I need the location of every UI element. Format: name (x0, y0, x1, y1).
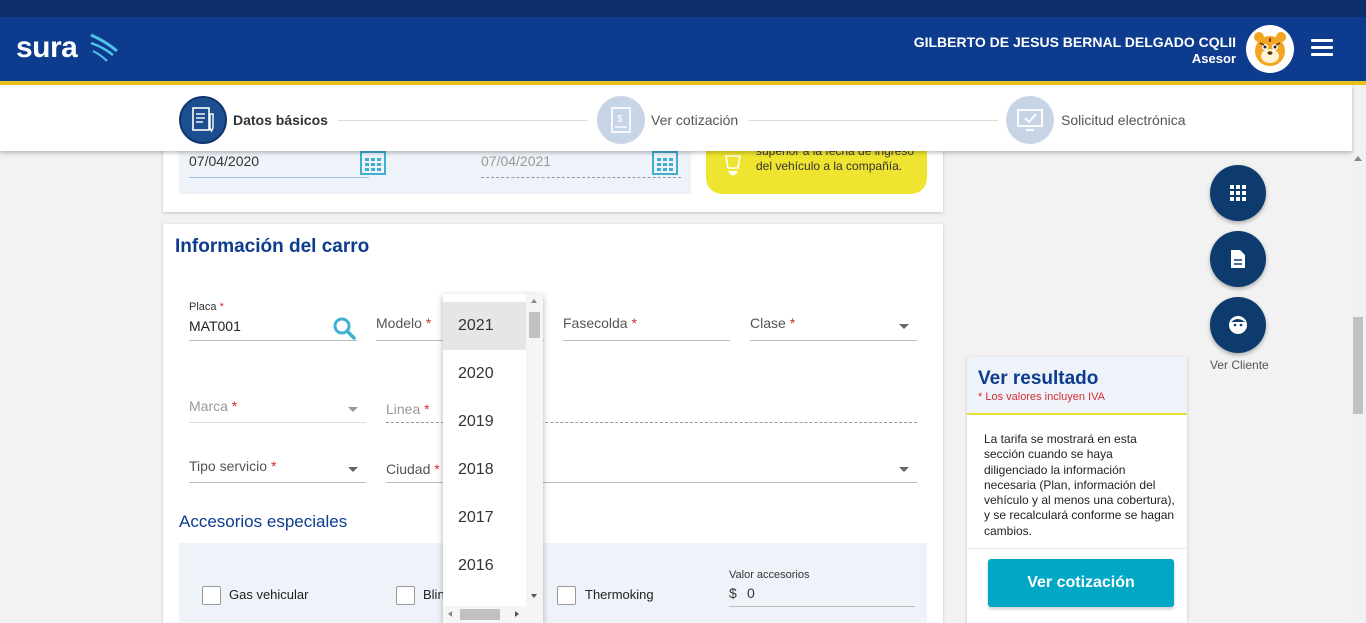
app-header: sura GILBERTO DE JESUS BERNAL DELGADO CQ… (0, 17, 1366, 81)
lightbulb-icon (725, 155, 741, 176)
dropdown-hscroll-thumb[interactable] (460, 609, 500, 620)
dropdown-option[interactable]: 2020 (443, 350, 526, 398)
calendar-icon[interactable] (359, 150, 387, 176)
avatar[interactable] (1246, 25, 1294, 73)
ver-cliente-label: Ver Cliente (1210, 358, 1269, 372)
sura-logo[interactable]: sura (16, 31, 118, 65)
clase-label[interactable]: Clase * (750, 315, 795, 331)
dropdown-scroll-thumb[interactable] (529, 312, 540, 338)
chevron-down-icon[interactable] (348, 467, 358, 472)
ver-cliente-button[interactable] (1210, 297, 1266, 353)
dropdown-option[interactable]: 2017 (443, 494, 526, 542)
step-ver-cotizacion-circle[interactable]: $ (597, 96, 645, 144)
placa-input[interactable]: MAT001 (189, 318, 241, 334)
ciudad-label[interactable]: Ciudad * (386, 461, 440, 477)
placa-underline (189, 340, 357, 341)
apps-button[interactable] (1210, 165, 1266, 221)
modelo-dropdown-list[interactable]: 2021 2020 2019 2018 2017 2016 (443, 294, 543, 623)
face-icon (1229, 316, 1247, 334)
hamburger-menu-icon[interactable] (1311, 39, 1333, 57)
gas-vehicular-checkbox[interactable] (202, 586, 221, 605)
chevron-down-icon[interactable] (899, 324, 909, 329)
dates-area: 07/04/2020 07/04/2021 (179, 150, 691, 194)
blindaje-label: Blin (423, 587, 445, 602)
page-scrollbar[interactable] (1350, 151, 1366, 623)
tipo-servicio-label[interactable]: Tipo servicio * (189, 458, 276, 474)
car-info-title: Información del carro (175, 236, 370, 257)
monitor-check-icon (1017, 109, 1043, 131)
date-info-text: superior a la fecha de ingreso del vehíc… (756, 144, 915, 173)
apps-grid-icon (1230, 185, 1246, 201)
step-datos-basicos-circle[interactable] (179, 96, 227, 144)
linea-label: Linea * (386, 401, 430, 417)
page-scroll-thumb[interactable] (1353, 317, 1363, 414)
step-label-solicitud[interactable]: Solicitud electrónica (1061, 112, 1186, 128)
step-connector (748, 120, 998, 121)
scroll-right-arrow-icon[interactable] (515, 611, 519, 617)
scroll-up-arrow-icon[interactable] (1354, 156, 1362, 161)
result-title: Ver resultado (978, 368, 1099, 389)
marca-underline (189, 422, 366, 423)
dropdown-horizontal-scrollbar[interactable] (443, 606, 543, 623)
clase-underline (750, 340, 917, 341)
chevron-down-icon (348, 407, 358, 412)
search-icon[interactable] (332, 316, 356, 340)
valor-underline (729, 606, 915, 607)
thermoking-checkbox[interactable] (557, 586, 576, 605)
dropdown-option[interactable]: 2018 (443, 446, 526, 494)
valor-accesorios-input[interactable]: 0 (747, 585, 755, 601)
scroll-down-arrow-icon[interactable] (531, 594, 537, 598)
tiger-mascot-icon (1254, 32, 1286, 66)
document-edit-icon (192, 107, 214, 133)
user-info: GILBERTO DE JESUS BERNAL DELGADO CQLII A… (914, 34, 1236, 66)
end-date-underline (481, 177, 681, 178)
user-role: Asesor (1191, 51, 1236, 66)
end-date-value: 07/04/2021 (481, 153, 552, 169)
dropdown-option[interactable]: 2021 (443, 302, 526, 350)
step-label-datos-basicos[interactable]: Datos básicos (233, 112, 328, 128)
valor-accesorios-label: Valor accesorios (729, 569, 810, 581)
iva-note: * Los valores incluyen IVA (978, 391, 1105, 403)
result-header: Ver resultado * Los valores incluyen IVA (967, 357, 1187, 415)
svg-text:$: $ (617, 114, 623, 125)
step-label-ver-cotizacion[interactable]: Ver cotización (651, 112, 738, 128)
chevron-down-icon[interactable] (899, 467, 909, 472)
date-info-note: superior a la fecha de ingreso del vehíc… (706, 144, 927, 194)
top-strip (0, 0, 1366, 17)
start-date-underline (189, 177, 369, 178)
currency-symbol: $ (729, 585, 737, 601)
ver-cotizacion-button[interactable]: Ver cotización (988, 559, 1174, 607)
user-name: GILBERTO DE JESUS BERNAL DELGADO CQLII (913, 34, 1236, 50)
blindaje-checkbox[interactable] (396, 586, 415, 605)
dropdown-option[interactable]: 2019 (443, 398, 526, 446)
dropdown-vertical-scrollbar[interactable] (526, 294, 543, 606)
result-divider (967, 548, 1187, 549)
placa-label: Placa * (189, 301, 224, 313)
invoice-icon: $ (611, 107, 631, 133)
gas-vehicular-label: Gas vehicular (229, 587, 309, 602)
marca-label: Marca * (189, 398, 238, 414)
thermoking-label: Thermoking (585, 587, 654, 602)
accessories-title: Accesorios especiales (179, 512, 348, 531)
accessories-area: Gas vehicular Blin Thermoking Valor acce… (179, 543, 927, 623)
document-button[interactable] (1210, 231, 1266, 287)
document-icon (1231, 250, 1245, 268)
fasecolda-underline (563, 340, 730, 341)
scroll-up-arrow-icon[interactable] (531, 299, 537, 303)
scroll-left-arrow-icon[interactable] (448, 611, 452, 617)
stepper: Datos básicos $ Ver cotización Solicitud… (0, 85, 1352, 151)
result-description: La tarifa se mostrará en esta sección cu… (984, 432, 1175, 538)
step-solicitud-circle[interactable] (1006, 96, 1054, 144)
modelo-label[interactable]: Modelo * (376, 315, 431, 331)
logo-wing-icon (90, 33, 118, 62)
calendar-icon[interactable] (651, 150, 679, 176)
fasecolda-label[interactable]: Fasecolda * (563, 315, 637, 331)
dropdown-option[interactable]: 2016 (443, 542, 526, 590)
step-connector (338, 120, 588, 121)
tipo-servicio-underline (189, 482, 366, 483)
start-date-value[interactable]: 07/04/2020 (189, 153, 259, 169)
